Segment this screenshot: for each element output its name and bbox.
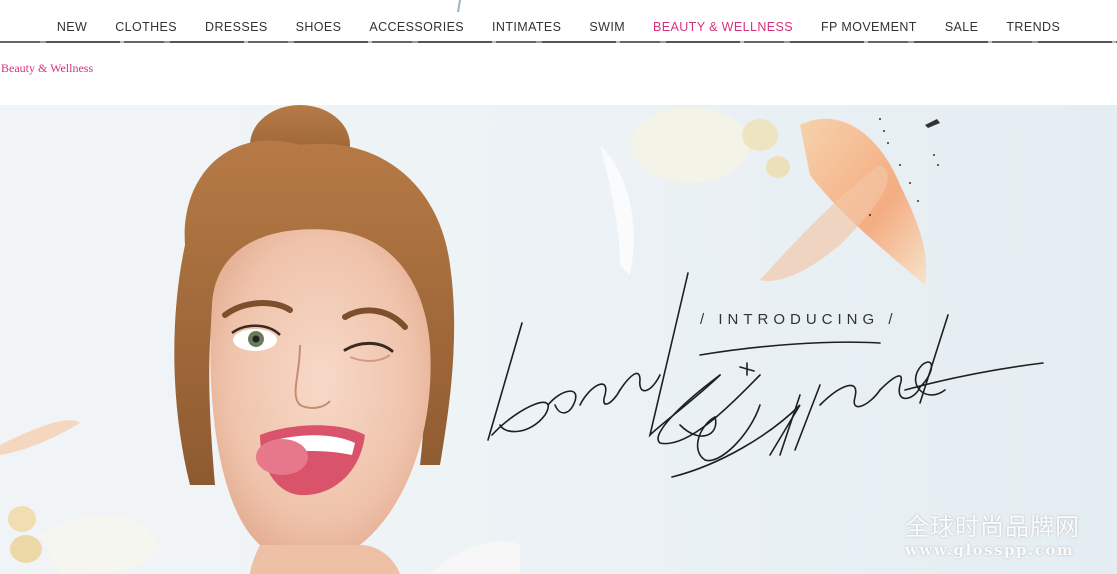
hero-intro-text: / INTRODUCING / — [700, 311, 898, 328]
main-menu: NEW CLOTHES DRESSES SHOES ACCESSORIES IN… — [0, 18, 1117, 36]
nav-dresses[interactable]: DRESSES — [191, 20, 282, 34]
hero-banner[interactable]: / INTRODUCING / 全球时尚品牌网 www.glosspp.com — [0, 105, 1117, 574]
breadcrumb-beauty-wellness[interactable]: Beauty & Wellness — [1, 61, 93, 76]
top-navigation: NEW CLOTHES DRESSES SHOES ACCESSORIES IN… — [0, 0, 1117, 43]
nav-intimates[interactable]: INTIMATES — [478, 20, 575, 34]
model-shoulder — [430, 541, 520, 574]
nav-beauty-wellness[interactable]: BEAUTY & WELLNESS — [639, 20, 807, 34]
nav-trends[interactable]: TRENDS — [992, 20, 1074, 34]
nav-swim[interactable]: SWIM — [575, 20, 639, 34]
nav-shoes[interactable]: SHOES — [282, 20, 356, 34]
watermark-url: www.glosspp.com — [905, 541, 1075, 559]
nav-divider — [0, 41, 1117, 43]
paint-swatches — [0, 107, 940, 574]
watermark: 全球时尚品牌网 www.glosspp.com — [905, 513, 1080, 559]
nav-new[interactable]: NEW — [43, 20, 101, 34]
nav-fp-movement[interactable]: FP MOVEMENT — [807, 20, 931, 34]
page: NEW CLOTHES DRESSES SHOES ACCESSORIES IN… — [0, 0, 1117, 574]
beauty-wellness-script — [487, 272, 1044, 478]
nav-sale[interactable]: SALE — [931, 20, 993, 34]
hero-artwork — [0, 105, 1044, 574]
nav-accessories[interactable]: ACCESSORIES — [355, 20, 478, 34]
logo-fragment — [457, 0, 461, 12]
nav-clothes[interactable]: CLOTHES — [101, 20, 191, 34]
watermark-chinese: 全球时尚品牌网 — [905, 513, 1080, 541]
model-face — [210, 229, 431, 574]
